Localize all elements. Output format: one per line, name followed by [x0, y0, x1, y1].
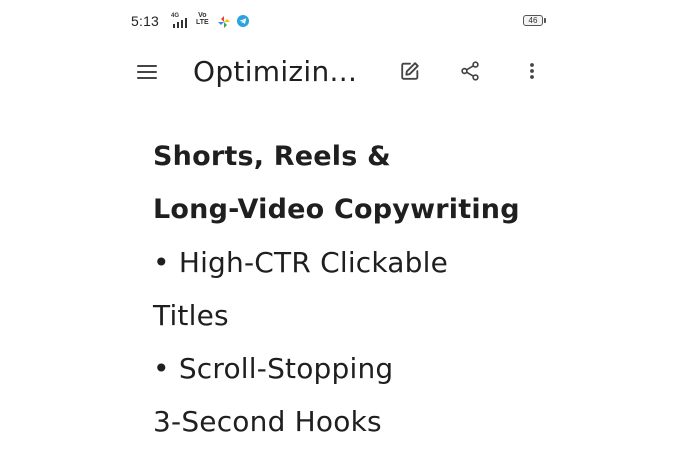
menu-button[interactable]	[127, 52, 167, 92]
share-button[interactable]	[450, 51, 490, 91]
battery-icon: 46	[523, 15, 543, 26]
edit-icon	[401, 62, 419, 80]
battery-level: 46	[528, 16, 538, 25]
list-item-line: 3-Second Hooks	[153, 405, 382, 438]
pinwheel-icon	[218, 16, 230, 28]
list-item: • Scroll-Stopping 3-Second Hooks	[153, 342, 573, 448]
list-item-line: • Scroll-Stopping	[153, 352, 394, 385]
list-item-line: Titles	[153, 299, 229, 332]
volte-top: Vo	[198, 12, 207, 19]
signal-label: 4G	[171, 13, 180, 19]
list-item: • High-CTR Clickable Titles	[153, 236, 573, 342]
menu-icon	[137, 65, 157, 79]
list-item-line: • High-CTR Clickable	[153, 246, 449, 279]
share-icon	[461, 61, 479, 81]
heading-line: Shorts, Reels &	[153, 141, 391, 172]
edit-button[interactable]	[390, 51, 430, 91]
volte-icon: Vo LTE	[196, 12, 209, 26]
battery-nub	[544, 18, 546, 23]
more-options-button[interactable]	[512, 51, 552, 91]
app-bar: Optimizin...	[0, 44, 680, 100]
document-body[interactable]: Shorts, Reels & Long-Video Copywriting •…	[153, 130, 573, 448]
telegram-icon	[237, 15, 249, 27]
signal-icon: 4G	[171, 13, 191, 30]
heading-line: Long-Video Copywriting	[153, 194, 520, 225]
document-title: Optimizin...	[193, 55, 358, 88]
volte-bottom: LTE	[196, 19, 209, 26]
status-time: 5:13	[131, 13, 160, 29]
status-bar: 5:13 4G Vo LTE 46	[0, 0, 680, 44]
more-vert-icon	[530, 63, 534, 79]
bullet-list: • High-CTR Clickable Titles • Scroll-Sto…	[153, 236, 573, 448]
document-heading: Shorts, Reels & Long-Video Copywriting	[153, 130, 573, 236]
